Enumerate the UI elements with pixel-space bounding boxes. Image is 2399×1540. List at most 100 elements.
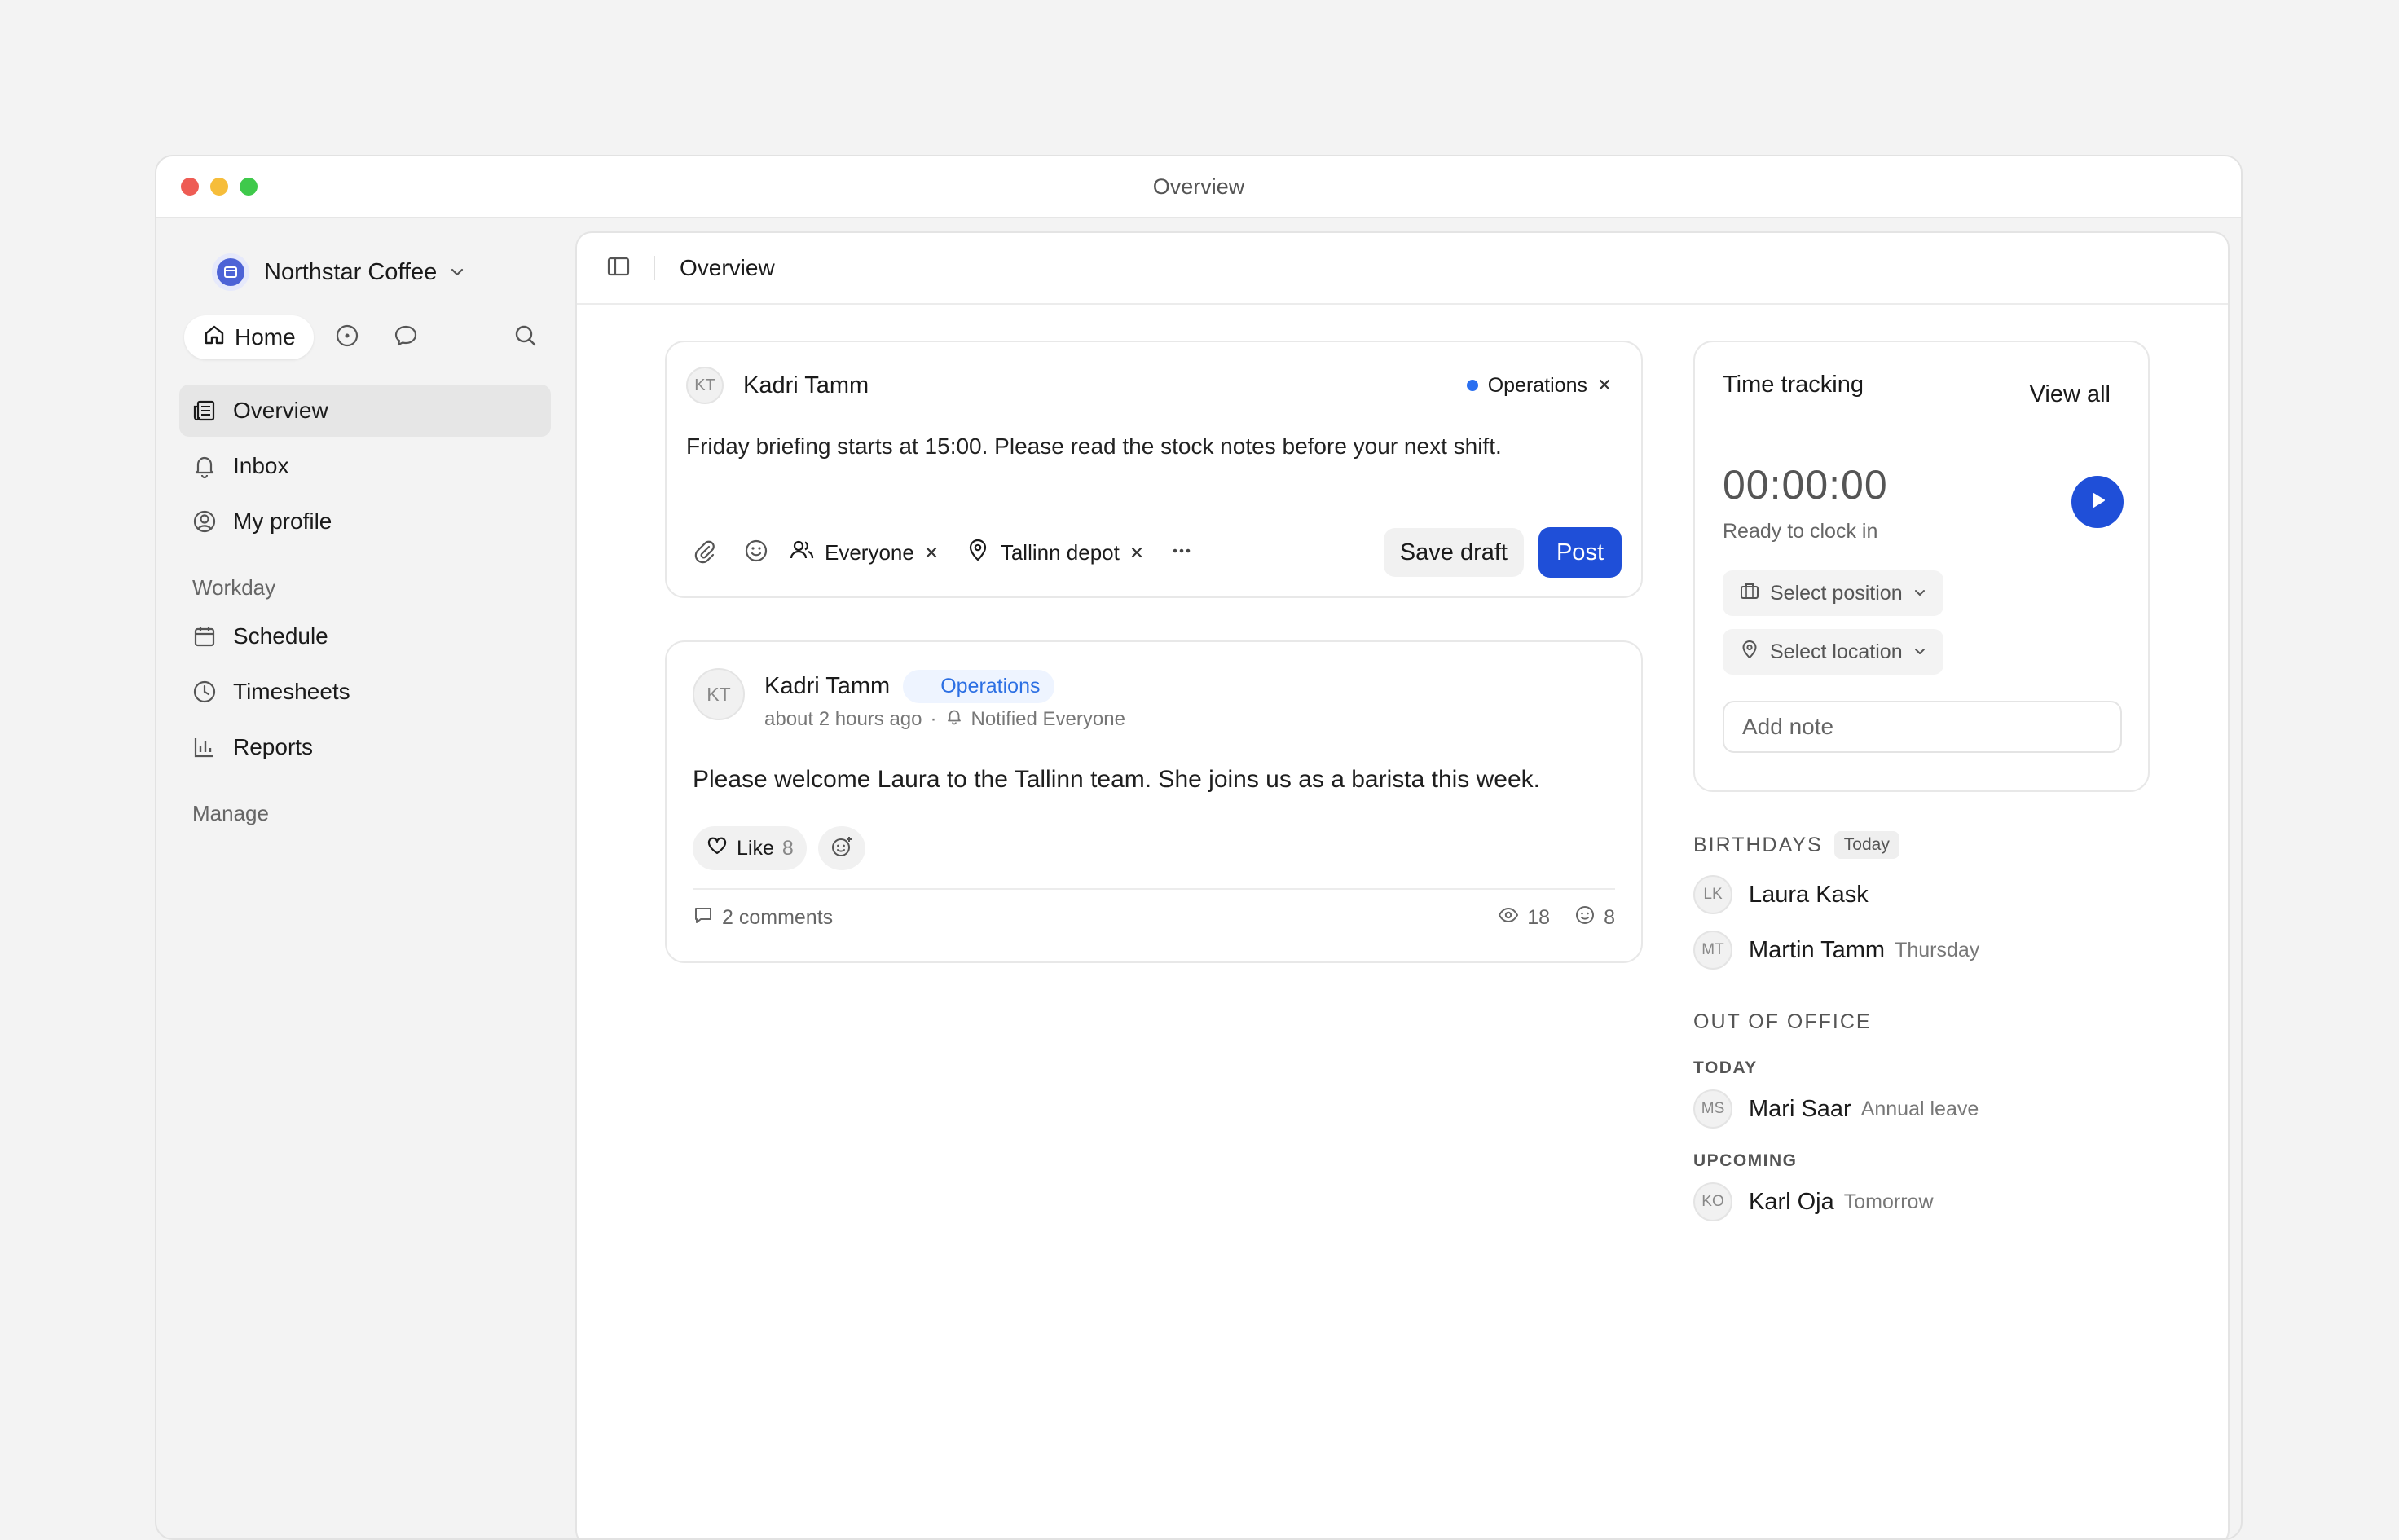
reactions-stat: 8 [1574, 904, 1615, 931]
birthdays-section: BIRTHDAYS Today LK Laura Kask MT Martin … [1693, 831, 2150, 978]
bell-icon [191, 452, 218, 480]
today-badge: Today [1833, 831, 1899, 859]
post-author-row: Kadri Tamm Operations [764, 670, 1055, 703]
chevron-down-icon [1913, 582, 1927, 605]
avatar: MT [1693, 931, 1732, 970]
maximize-window-button[interactable] [240, 178, 258, 196]
sidebar-item-overview[interactable]: Overview [179, 385, 551, 437]
chat-bubble-icon [393, 323, 419, 353]
feed-post: KT Kadri Tamm Operations about 2 hours a… [665, 640, 1643, 963]
org-name: Northstar Coffee [264, 258, 438, 285]
list-item[interactable]: KO Karl Oja Tomorrow [1693, 1174, 2150, 1230]
person-note: Tomorrow [1843, 1190, 1934, 1213]
eye-icon [1498, 904, 1519, 931]
toggle-sidebar-button[interactable] [606, 254, 631, 283]
remove-group-button[interactable] [1597, 374, 1612, 398]
attach-button[interactable] [684, 533, 724, 572]
sidebar-item-label: Schedule [233, 623, 328, 649]
title-bar: Overview [156, 156, 2241, 218]
briefcase-icon [1739, 580, 1760, 607]
home-button[interactable]: Home [184, 315, 314, 359]
search-icon [513, 323, 539, 353]
select-location-label: Select location [1770, 640, 1903, 663]
views-count: 18 [1527, 906, 1551, 929]
section-label-manage[interactable]: Manage [179, 801, 551, 826]
org-switcher[interactable]: Northstar Coffee [179, 246, 551, 298]
comments-link[interactable]: 2 comments [693, 904, 833, 931]
avatar: LK [1693, 875, 1732, 914]
avatar: MS [1693, 1089, 1732, 1129]
messages-button[interactable] [384, 315, 428, 359]
post-divider [693, 888, 1615, 890]
remove-location-button[interactable] [1129, 540, 1144, 565]
more-options-button[interactable] [1162, 533, 1201, 572]
content-area: KT Kadri Tamm Operations Friday briefing… [577, 305, 2228, 1538]
emoji-button[interactable] [737, 533, 776, 572]
sidebar-item-label: Overview [233, 398, 328, 423]
group-badge[interactable]: Operations [903, 670, 1055, 703]
list-item[interactable]: MT Martin Tamm Thursday [1693, 922, 2150, 978]
composer-text-input[interactable]: Friday briefing starts at 15:00. Please … [686, 433, 1502, 460]
home-icon [202, 323, 227, 353]
post-author[interactable]: Kadri Tamm [764, 673, 890, 700]
birthdays-list: LK Laura Kask MT Martin Tamm Thursday [1693, 867, 2150, 978]
composer-toolbar: Everyone Tallinn depot Save draft Post [694, 526, 1622, 579]
clock-display: 00:00:00 [1723, 462, 1888, 508]
list-item[interactable]: LK Laura Kask [1693, 867, 2150, 922]
clock-status: Ready to clock in [1723, 520, 1878, 543]
like-button[interactable]: Like 8 [693, 826, 807, 870]
notified-text: Notified Everyone [971, 707, 1125, 730]
add-reaction-button[interactable] [817, 826, 865, 870]
clock-in-button[interactable] [2071, 476, 2124, 528]
close-window-button[interactable] [181, 178, 199, 196]
reactions-count: 8 [1604, 906, 1615, 929]
heart-icon [706, 834, 729, 863]
birthdays-heading: BIRTHDAYS [1693, 833, 1823, 856]
avatar: KO [1693, 1182, 1732, 1221]
post-button[interactable]: Post [1538, 527, 1622, 578]
select-location-dropdown[interactable]: Select location [1723, 629, 1943, 675]
sidebar-item-schedule[interactable]: Schedule [179, 610, 551, 662]
app-window: Overview Northstar Coffee Home Overview … [155, 155, 2243, 1540]
primary-menu: Overview Inbox My profile Workday Schedu… [179, 385, 551, 826]
person-name: Mari Saar [1749, 1095, 1851, 1122]
sidebar-item-label: Inbox [233, 453, 289, 478]
birthdays-heading-row: BIRTHDAYS Today [1693, 831, 2150, 859]
sidebar-toggle-icon [606, 257, 631, 282]
post-body: Please welcome Laura to the Tallinn team… [693, 766, 1541, 793]
comment-icon [693, 904, 714, 931]
location-chip[interactable]: Tallinn depot [965, 537, 1144, 569]
time-tracking-card: Time tracking View all 00:00:00 Ready to… [1693, 341, 2150, 792]
sidebar: Northstar Coffee Home Overview Inbox My … [156, 218, 574, 1538]
person-note: Annual leave [1860, 1097, 1979, 1120]
paperclip-icon [691, 538, 717, 568]
sidebar-item-inbox[interactable]: Inbox [179, 440, 551, 492]
sidebar-item-my-profile[interactable]: My profile [179, 495, 551, 548]
activity-button[interactable] [325, 315, 369, 359]
add-note-input[interactable] [1723, 701, 2122, 753]
post-footer: 2 comments 18 8 [693, 904, 1615, 931]
composer-author: Kadri Tamm [743, 372, 869, 398]
view-all-link[interactable]: View all [2030, 381, 2111, 408]
minimize-window-button[interactable] [210, 178, 228, 196]
sidebar-item-timesheets[interactable]: Timesheets [179, 666, 551, 718]
today-subheading: TODAY [1693, 1058, 1758, 1077]
remove-audience-button[interactable] [924, 540, 939, 565]
sidebar-item-reports[interactable]: Reports [179, 721, 551, 773]
search-button[interactable] [504, 315, 548, 359]
play-icon [2087, 490, 2108, 515]
audience-chip[interactable]: Everyone [789, 537, 939, 569]
person-name: Martin Tamm [1749, 936, 1886, 963]
top-nav: Home [179, 315, 551, 360]
post-reactions: Like 8 [693, 826, 865, 870]
person-name: Laura Kask [1749, 881, 1869, 908]
select-position-dropdown[interactable]: Select position [1723, 570, 1943, 616]
sidebar-item-label: My profile [233, 508, 332, 534]
save-draft-button[interactable]: Save draft [1383, 528, 1524, 577]
smiley-icon [1574, 904, 1596, 931]
avatar: KT [693, 668, 745, 720]
group-dot-icon [1466, 380, 1478, 391]
person-note: Thursday [1895, 938, 1980, 961]
list-item[interactable]: MS Mari Saar Annual leave [1693, 1081, 2150, 1137]
section-label-workday: Workday [192, 575, 276, 600]
